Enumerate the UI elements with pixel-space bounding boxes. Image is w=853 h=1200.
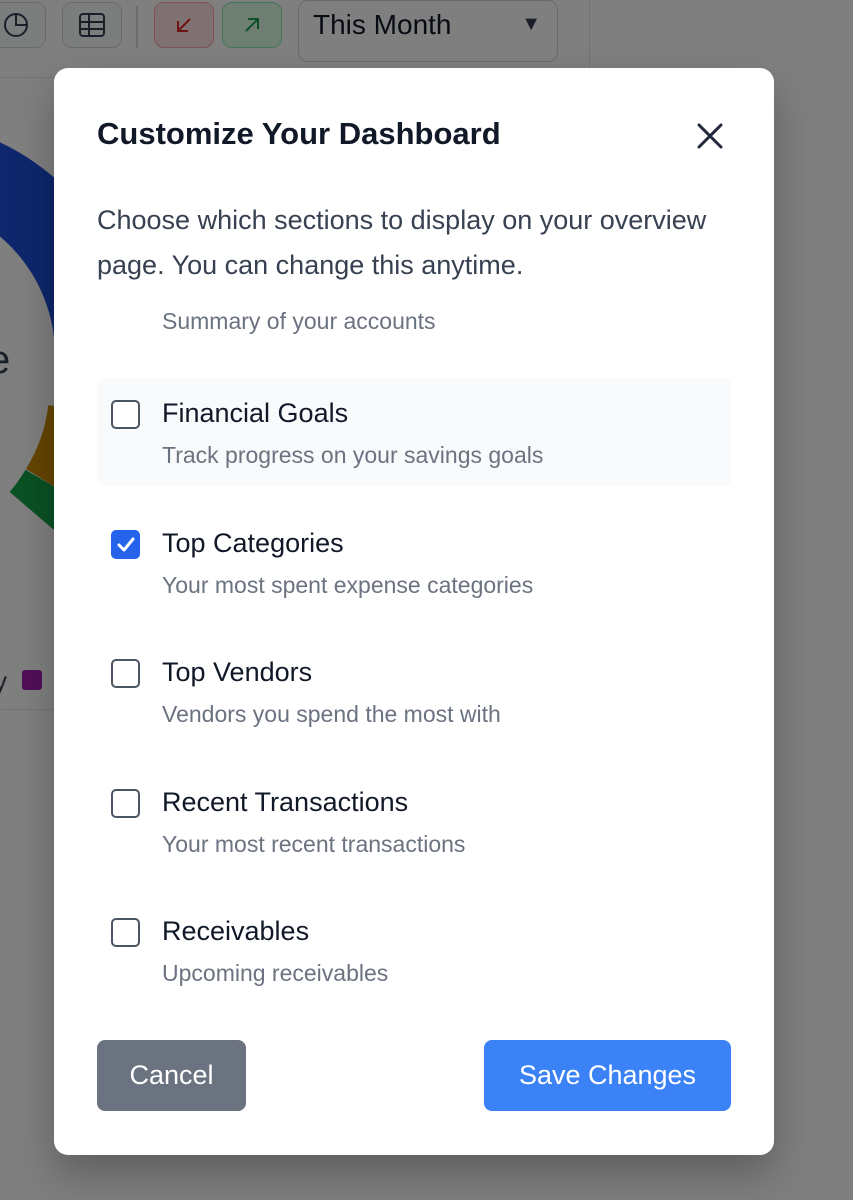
option-description: Track progress on your savings goals [162,442,544,468]
option-label: Top Categories [162,528,344,558]
option-receivables[interactable]: Receivables Upcoming receivables [97,896,731,1004]
close-button[interactable] [690,116,730,156]
modal-title: Customize Your Dashboard [97,116,501,151]
customize-dashboard-modal: Customize Your Dashboard Choose which se… [54,68,774,1155]
option-recent-transactions[interactable]: Recent Transactions Your most recent tra… [97,767,731,875]
cancel-button[interactable]: Cancel [97,1040,246,1111]
option-label: Top Vendors [162,657,313,687]
option-label: Financial Goals [162,398,349,428]
option-description: Your most spent expense categories [162,572,534,598]
option-description-partial: Summary of your accounts [162,308,436,334]
option-label: Recent Transactions [162,787,409,817]
checkbox-top-vendors[interactable] [111,659,140,688]
checkbox-recent-transactions[interactable] [111,789,140,818]
option-description: Vendors you spend the most with [162,701,501,727]
checkbox-receivables[interactable] [111,918,140,947]
option-description: Your most recent transactions [162,831,466,857]
checkbox-top-categories[interactable] [111,530,140,559]
save-changes-button[interactable]: Save Changes [484,1040,731,1111]
close-icon [697,123,723,149]
option-financial-goals[interactable]: Financial Goals Track progress on your s… [97,378,731,486]
option-label: Receivables [162,916,310,946]
option-top-categories[interactable]: Top Categories Your most spent expense c… [97,508,731,616]
option-top-vendors[interactable]: Top Vendors Vendors you spend the most w… [97,637,731,745]
checkmark-icon [117,537,134,551]
option-description: Upcoming receivables [162,960,389,986]
checkbox-financial-goals[interactable] [111,400,140,429]
modal-description: Choose which sections to display on your… [97,205,707,280]
